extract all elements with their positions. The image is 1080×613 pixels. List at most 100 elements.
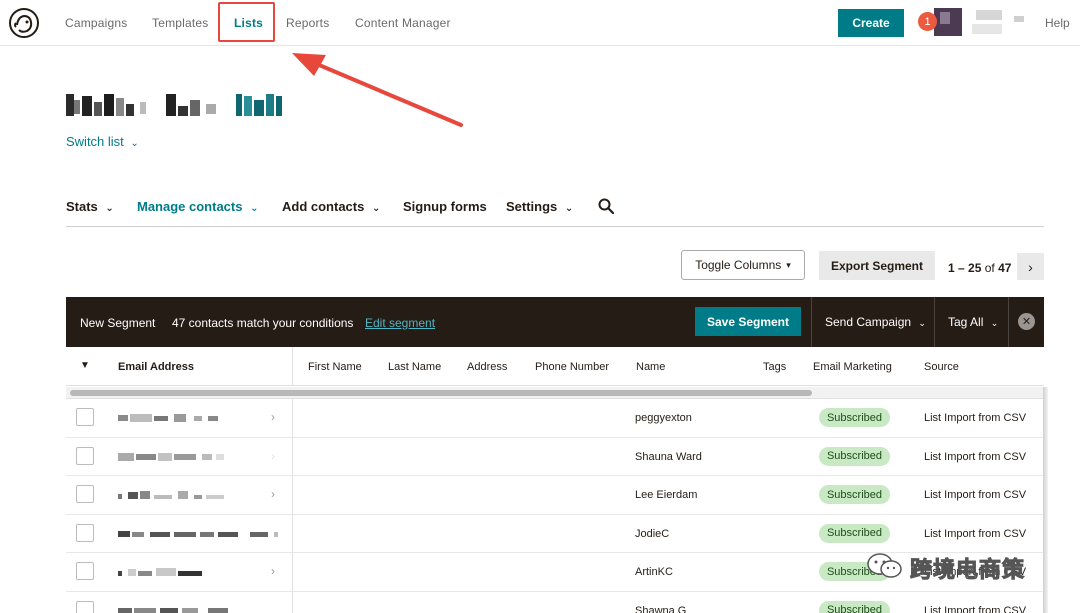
chevron-right-icon: › (1028, 258, 1033, 275)
tab-settings[interactable]: Settings ⌄ (506, 199, 573, 214)
pager-range: 1 – 25 (948, 261, 982, 275)
nav-reports[interactable]: Reports (286, 16, 329, 30)
close-segment-icon[interactable]: ✕ (1018, 313, 1035, 330)
column-first-name[interactable]: First Name (308, 361, 362, 373)
select-all-chevron-icon[interactable]: ▼ (80, 360, 90, 371)
contact-source: List Import from CSV (924, 412, 1027, 424)
segment-match-count: 47 contacts match your conditions (172, 316, 354, 330)
contact-source: List Import from CSV (924, 450, 1027, 463)
contact-source: List Import from CSV (924, 489, 1027, 501)
table-row[interactable]: › Lee Eierdam Subscribed List Import fro… (66, 476, 1044, 515)
account-menu-chevron-icon[interactable] (1014, 16, 1024, 22)
search-icon[interactable] (598, 198, 614, 214)
tab-settings-label: Settings (506, 199, 558, 214)
watermark-text: 跨境电商策 (909, 558, 1026, 584)
contact-name: ArtinKC (635, 566, 673, 578)
divider (934, 297, 935, 347)
wechat-watermark: 跨境电商策 (866, 548, 1046, 584)
column-phone-number[interactable]: Phone Number (535, 361, 609, 373)
segment-title: New Segment (80, 316, 156, 330)
contact-name: JodieC (635, 527, 670, 540)
next-page-button[interactable]: › (1017, 253, 1044, 280)
column-email-marketing[interactable]: Email Marketing (813, 361, 892, 373)
contact-name: Shauna Ward (635, 450, 702, 463)
table-row[interactable]: Shawna G Subscribed List Import from CSV (66, 591, 1044, 613)
status-badge: Subscribed (819, 523, 890, 543)
email-redacted (118, 491, 224, 499)
column-tags[interactable]: Tags (763, 361, 786, 373)
column-name[interactable]: Name (636, 361, 665, 373)
divider (1008, 297, 1009, 347)
tab-stats[interactable]: Stats ⌄ (66, 199, 114, 214)
tab-manage-contacts[interactable]: Manage contacts ⌄ (137, 199, 259, 214)
column-address[interactable]: Address (467, 361, 507, 373)
row-checkbox[interactable] (76, 523, 94, 542)
chevron-right-icon[interactable]: › (271, 449, 275, 463)
list-title-redacted (66, 94, 282, 116)
tab-signup-forms-label: Signup forms (403, 199, 487, 214)
nav-templates[interactable]: Templates (152, 16, 209, 30)
row-checkbox[interactable] (76, 562, 94, 580)
contact-name: Lee Eierdam (635, 489, 698, 501)
status-badge: Subscribed (819, 446, 890, 466)
row-checkbox[interactable] (76, 600, 94, 613)
chevron-down-icon: ▾ (786, 259, 791, 270)
column-email-address[interactable]: Email Address (118, 361, 194, 373)
wechat-icon (867, 553, 902, 578)
chevron-down-icon: ⌄ (918, 318, 926, 328)
status-badge: Subscribed (819, 485, 890, 504)
tab-signup-forms[interactable]: Signup forms (403, 199, 487, 214)
email-redacted (118, 530, 278, 537)
scrollbar-thumb[interactable] (70, 390, 812, 396)
row-checkbox[interactable] (76, 446, 94, 465)
tab-add-contacts-label: Add contacts (282, 199, 365, 214)
chevron-right-icon[interactable]: › (271, 487, 275, 501)
row-checkbox[interactable] (76, 485, 94, 503)
notification-badge[interactable]: 1 (918, 12, 937, 31)
chevron-down-icon: ⌄ (130, 138, 139, 149)
contact-source: List Import from CSV (924, 604, 1027, 613)
nav-campaigns[interactable]: Campaigns (65, 16, 128, 30)
row-checkbox[interactable] (76, 408, 94, 426)
contact-name: Shawna G (635, 604, 687, 613)
nav-content-manager[interactable]: Content Manager (355, 16, 451, 30)
column-divider (292, 476, 293, 514)
chevron-right-icon[interactable]: › (271, 564, 275, 578)
tag-all-label: Tag All (948, 315, 984, 329)
column-last-name[interactable]: Last Name (388, 361, 441, 373)
tab-stats-label: Stats (66, 199, 98, 214)
chevron-down-icon: ⌄ (250, 203, 259, 214)
switch-list-dropdown[interactable]: Switch list ⌄ (66, 134, 139, 149)
column-divider (292, 591, 293, 613)
chevron-down-icon: ⌄ (564, 203, 574, 214)
table-row[interactable]: › peggyexton Subscribed List Import from… (66, 399, 1044, 438)
toggle-columns-dropdown[interactable]: Toggle Columns ▾ (681, 250, 805, 280)
switch-list-label: Switch list (66, 134, 124, 149)
create-button[interactable]: Create (838, 9, 904, 37)
chevron-down-icon: ⌄ (371, 203, 381, 214)
tab-add-contacts[interactable]: Add contacts ⌄ (282, 199, 380, 214)
account-name-redacted (976, 10, 1002, 20)
tag-all-dropdown[interactable]: Tag All ⌄ (948, 315, 998, 329)
help-link[interactable]: Help (1045, 16, 1070, 30)
chevron-right-icon[interactable]: › (271, 410, 275, 424)
mailchimp-logo-icon[interactable] (8, 7, 40, 39)
top-navigation: Campaigns Templates Lists Reports Conten… (0, 0, 1080, 46)
column-divider (292, 553, 293, 591)
column-source[interactable]: Source (924, 361, 959, 373)
divider (811, 297, 812, 347)
pager-of: of (984, 261, 995, 275)
export-segment-button[interactable]: Export Segment (819, 251, 935, 280)
annotation-highlight-box (218, 2, 275, 42)
column-divider (292, 514, 293, 552)
send-campaign-dropdown[interactable]: Send Campaign ⌄ (825, 315, 926, 329)
save-segment-button[interactable]: Save Segment (695, 307, 801, 336)
edit-segment-link[interactable]: Edit segment (365, 316, 435, 330)
status-badge: Subscribed (819, 408, 890, 427)
avatar[interactable] (934, 8, 962, 36)
table-header: ▼ Email Address First Name Last Name Add… (66, 347, 1044, 386)
toggle-columns-label: Toggle Columns (695, 258, 782, 272)
horizontal-scrollbar[interactable] (66, 387, 1044, 399)
table-row[interactable]: › Shauna Ward Subscribed List Import fro… (66, 437, 1044, 476)
tab-manage-contacts-label: Manage contacts (137, 199, 243, 214)
